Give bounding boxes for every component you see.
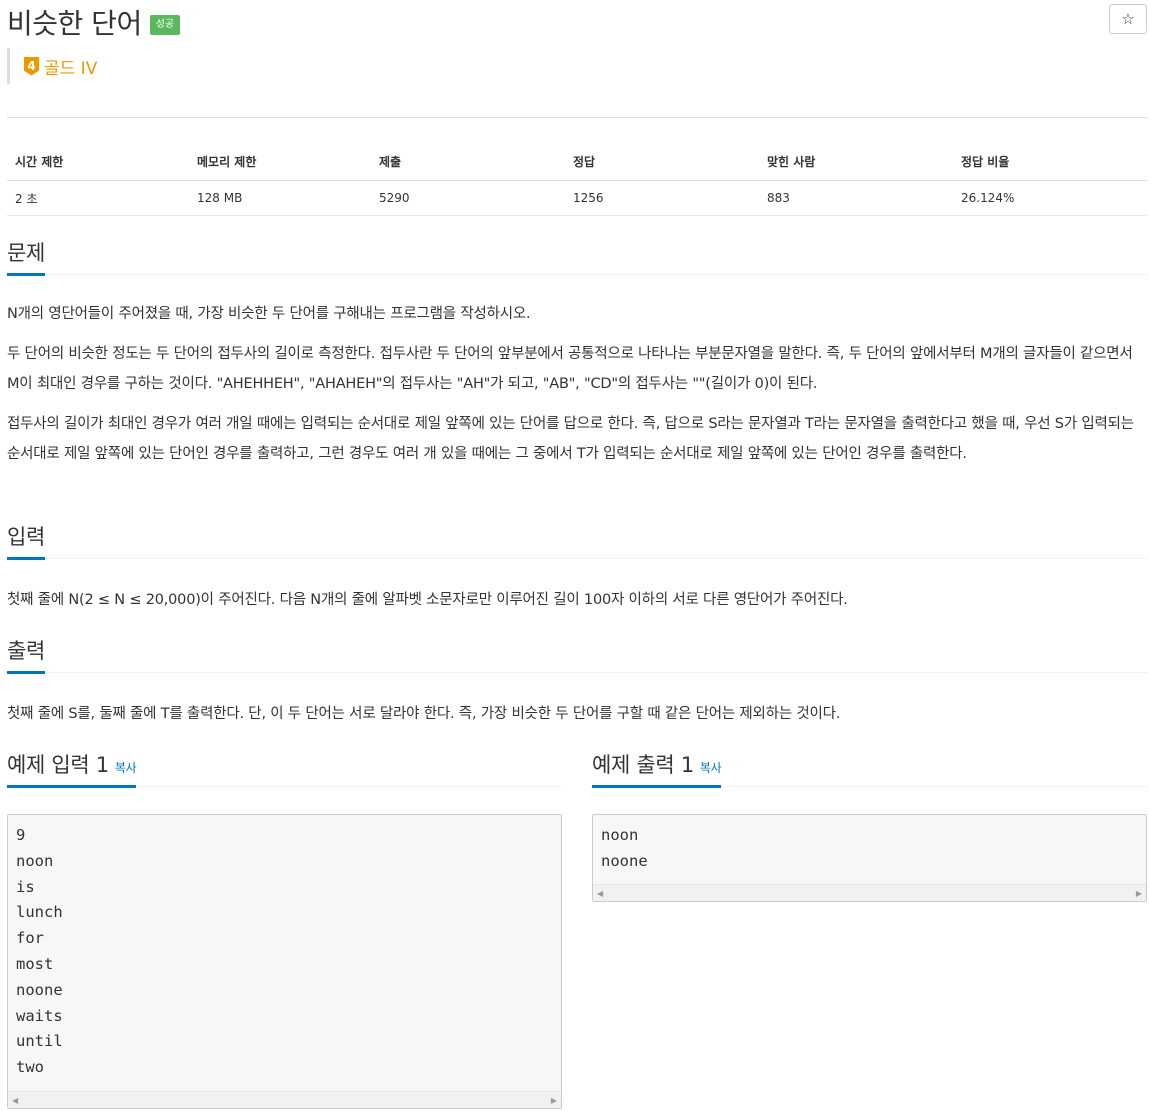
section-description-head: 문제 — [7, 236, 1147, 276]
section-input-head: 입력 — [7, 520, 1147, 560]
tier-row: 4 골드 IV — [7, 48, 97, 84]
info-value-row: 2 초 128 MB 5290 1256 883 26.124% — [7, 180, 1147, 216]
section-output-head: 출력 — [7, 634, 1147, 674]
description-paragraph: N개의 영단어들이 주어졌을 때, 가장 비슷한 두 단어를 구해내는 프로그램… — [7, 306, 531, 322]
sample-output-scrollbar[interactable]: ◀ ▶ — [593, 884, 1146, 901]
info-header-time: 시간 제한 — [7, 117, 189, 181]
sample-output-head: 예제 출력 1 복사 — [592, 749, 1147, 788]
scroll-left-icon[interactable]: ◀ — [12, 1096, 18, 1105]
info-value-ratio: 26.124% — [953, 180, 1147, 216]
section-output-title: 출력 — [7, 635, 45, 674]
info-value-time: 2 초 — [7, 180, 189, 216]
section-description-body: N개의 영단어들이 주어졌을 때, 가장 비슷한 두 단어를 구해내는 프로그램… — [7, 299, 1147, 469]
sample-input-title: 예제 입력 1 복사 — [7, 749, 137, 788]
page-title: 비슷한 단어 — [7, 7, 142, 40]
sample-output-box: noon noone ◀ ▶ — [592, 814, 1147, 902]
title-row: 비슷한 단어 성공 — [7, 2, 181, 42]
sample-output-copy-link[interactable]: 복사 — [700, 761, 722, 775]
sample-input-content: 9 noon is lunch for most noone waits unt… — [16, 826, 63, 1077]
section-description-title: 문제 — [7, 237, 45, 276]
info-header-solvers: 맞힌 사람 — [759, 117, 953, 181]
sample-output-title-text: 예제 출력 1 — [592, 753, 694, 777]
tier-label[interactable]: 골드 IV — [44, 54, 97, 79]
output-paragraph: 첫째 줄에 S를, 둘째 줄에 T를 출력한다. 단, 이 두 단어는 서로 달… — [7, 706, 841, 722]
sample-input-column: 예제 입력 1 복사 — [7, 749, 562, 788]
section-output: 출력 첫째 줄에 S를, 둘째 줄에 T를 출력한다. 단, 이 두 단어는 서… — [7, 634, 1147, 729]
section-input-body: 첫째 줄에 N(2 ≤ N ≤ 20,000)이 주어진다. 다음 N개의 줄에… — [7, 585, 1147, 615]
info-header-accepted: 정답 — [565, 117, 759, 181]
description-paragraph: 접두사의 길이가 최대인 경우가 여러 개일 때에는 입력되는 순서대로 제일 … — [7, 416, 1134, 462]
info-header-submissions: 제출 — [371, 117, 565, 181]
scroll-left-icon[interactable]: ◀ — [597, 889, 603, 898]
section-input-title: 입력 — [7, 521, 45, 560]
info-value-memory: 128 MB — [189, 180, 371, 216]
sample-input-copy-link[interactable]: 복사 — [115, 761, 137, 775]
sample-input-title-text: 예제 입력 1 — [7, 753, 109, 777]
info-value-solvers: 883 — [759, 180, 953, 216]
info-header-row: 시간 제한 메모리 제한 제출 정답 맞힌 사람 정답 비율 — [7, 117, 1147, 181]
tier-icon: 4 — [24, 56, 39, 76]
description-paragraph: 두 단어의 비슷한 정도는 두 단어의 접두사의 길이로 측정한다. 접두사란 … — [7, 346, 1133, 392]
star-button[interactable]: ☆ — [1109, 4, 1147, 34]
sample-input-box: 9 noon is lunch for most noone waits unt… — [7, 814, 562, 1109]
sample-input-head: 예제 입력 1 복사 — [7, 749, 562, 788]
scroll-right-icon[interactable]: ▶ — [551, 1096, 557, 1105]
info-value-accepted: 1256 — [565, 180, 759, 216]
info-header-memory: 메모리 제한 — [189, 117, 371, 181]
sample-input-scrollbar[interactable]: ◀ ▶ — [8, 1091, 561, 1108]
star-icon: ☆ — [1121, 10, 1135, 28]
section-description: 문제 N개의 영단어들이 주어졌을 때, 가장 비슷한 두 단어를 구해내는 프… — [7, 236, 1147, 469]
info-value-submissions: 5290 — [371, 180, 565, 216]
info-header-ratio: 정답 비율 — [953, 117, 1147, 181]
sample-output-content: noon noone — [601, 826, 648, 870]
sample-output-title: 예제 출력 1 복사 — [592, 749, 722, 788]
section-input: 입력 첫째 줄에 N(2 ≤ N ≤ 20,000)이 주어진다. 다음 N개의… — [7, 520, 1147, 615]
section-output-body: 첫째 줄에 S를, 둘째 줄에 T를 출력한다. 단, 이 두 단어는 서로 달… — [7, 699, 1147, 729]
input-paragraph: 첫째 줄에 N(2 ≤ N ≤ 20,000)이 주어진다. 다음 N개의 줄에… — [7, 592, 848, 608]
problem-info-table: 시간 제한 메모리 제한 제출 정답 맞힌 사람 정답 비율 2 초 128 M… — [7, 117, 1147, 216]
sample-output-column: 예제 출력 1 복사 — [592, 749, 1147, 788]
scroll-right-icon[interactable]: ▶ — [1136, 889, 1142, 898]
status-badge: 성공 — [149, 15, 181, 35]
